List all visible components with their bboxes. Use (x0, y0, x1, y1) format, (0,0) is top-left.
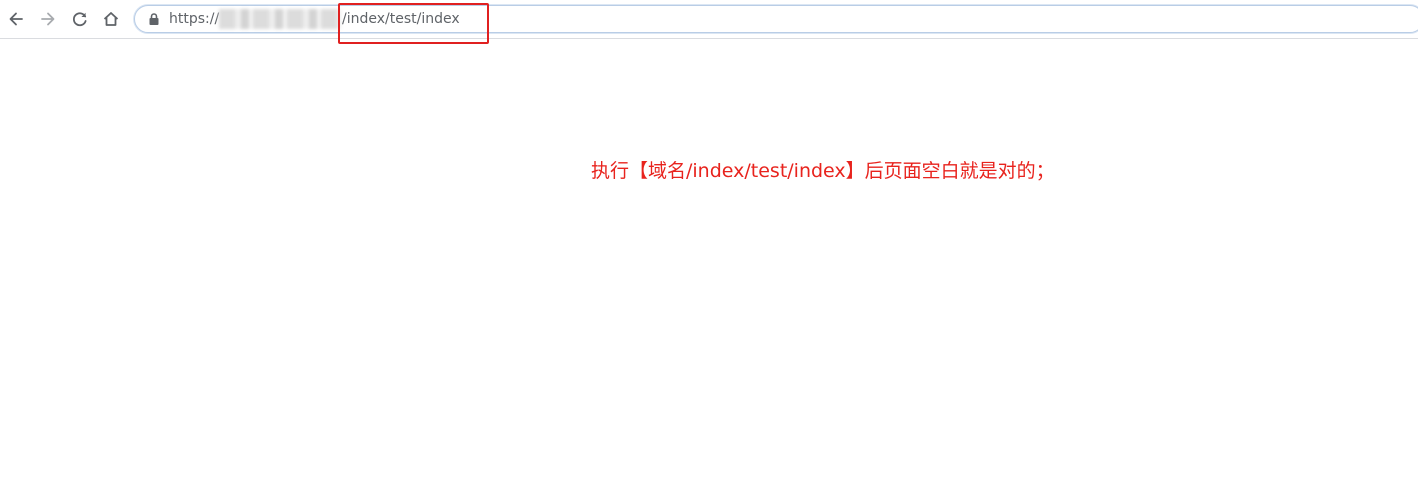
lock-icon[interactable] (147, 12, 161, 26)
url-highlight-box (338, 3, 489, 44)
annotation-note: 执行【域名/index/test/index】后页面空白就是对的； (591, 160, 1055, 182)
forward-button[interactable] (35, 6, 61, 32)
reload-icon (72, 12, 87, 27)
home-icon (103, 12, 119, 26)
url-redacted-domain (219, 9, 341, 29)
address-bar[interactable]: https:// /index/test/index (134, 5, 1418, 33)
url-scheme-text[interactable]: https:// (169, 11, 219, 27)
forward-arrow-icon (41, 12, 55, 26)
home-button[interactable] (98, 6, 124, 32)
back-arrow-icon (9, 12, 23, 26)
browser-toolbar: https:// /index/test/index (0, 0, 1418, 39)
back-button[interactable] (3, 6, 29, 32)
reload-button[interactable] (67, 6, 93, 32)
